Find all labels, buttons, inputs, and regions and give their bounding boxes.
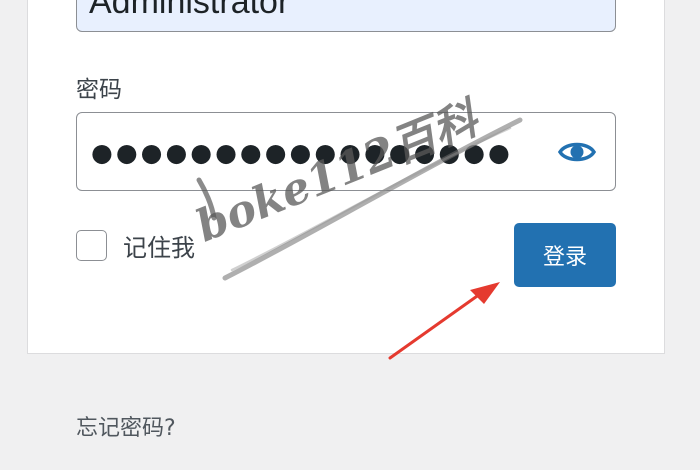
eye-icon xyxy=(558,142,596,162)
password-field[interactable]: ●●●●●●●●●●●●●●●●● xyxy=(76,112,616,191)
username-field[interactable]: Administrator xyxy=(76,0,616,32)
password-label: 密码 xyxy=(76,77,122,103)
password-masked-value: ●●●●●●●●●●●●●●●●● xyxy=(91,138,513,167)
remember-me-label[interactable]: 记住我 xyxy=(123,228,195,263)
forgot-password-link[interactable]: 忘记密码? xyxy=(76,410,176,442)
show-password-button[interactable] xyxy=(557,135,597,169)
remember-me[interactable]: 记住我 xyxy=(76,228,195,263)
remember-me-checkbox[interactable] xyxy=(76,230,107,261)
login-button[interactable]: 登录 xyxy=(514,223,616,287)
